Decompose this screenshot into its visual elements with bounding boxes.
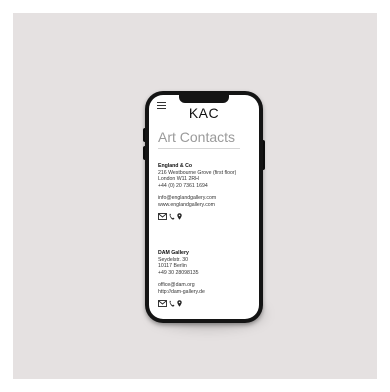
contact-address-line: 216 Westbourne Grove (first floor) (158, 169, 237, 176)
page-title: Art Contacts (158, 129, 236, 145)
app-title: KAC (188, 105, 220, 121)
contact-actions (158, 213, 254, 221)
contact-phone: +49 30 28098135 (158, 269, 199, 276)
contact-address-line: 10117 Berlin (158, 263, 187, 270)
contact-actions (158, 300, 254, 308)
contact-phone: +44 (0) 20 7361 1694 (158, 182, 208, 189)
contact-website-link[interactable]: www.englandgallery.com (158, 202, 254, 209)
contact-email-link[interactable]: office@dam.org (158, 282, 254, 289)
map-pin-icon[interactable] (177, 300, 182, 307)
contact-address-line: Seydelstr. 30 (158, 256, 188, 263)
contact-card: DAM Gallery Seydelstr. 30 10117 Berlin +… (158, 250, 254, 308)
phone-mockup: KAC Art Contacts England & Co 216 Westbo… (145, 91, 263, 323)
contact-card: England & Co 216 Westbourne Grove (first… (158, 163, 254, 221)
phone-screen: KAC Art Contacts England & Co 216 Westbo… (149, 95, 259, 319)
mail-icon[interactable] (158, 300, 167, 308)
contact-website-link[interactable]: http://dam-gallery.de (158, 289, 254, 296)
phone-icon[interactable] (169, 213, 175, 220)
contact-email-link[interactable]: info@englandgallery.com (158, 195, 254, 202)
mail-icon[interactable] (158, 213, 167, 221)
contact-name: DAM Gallery (158, 250, 189, 256)
phone-notch (179, 95, 229, 103)
contact-name: England & Co (158, 163, 193, 169)
map-pin-icon[interactable] (177, 213, 182, 220)
contact-address-line: London W11 2RH (158, 176, 199, 183)
title-divider (158, 148, 240, 149)
phone-icon[interactable] (169, 300, 175, 307)
